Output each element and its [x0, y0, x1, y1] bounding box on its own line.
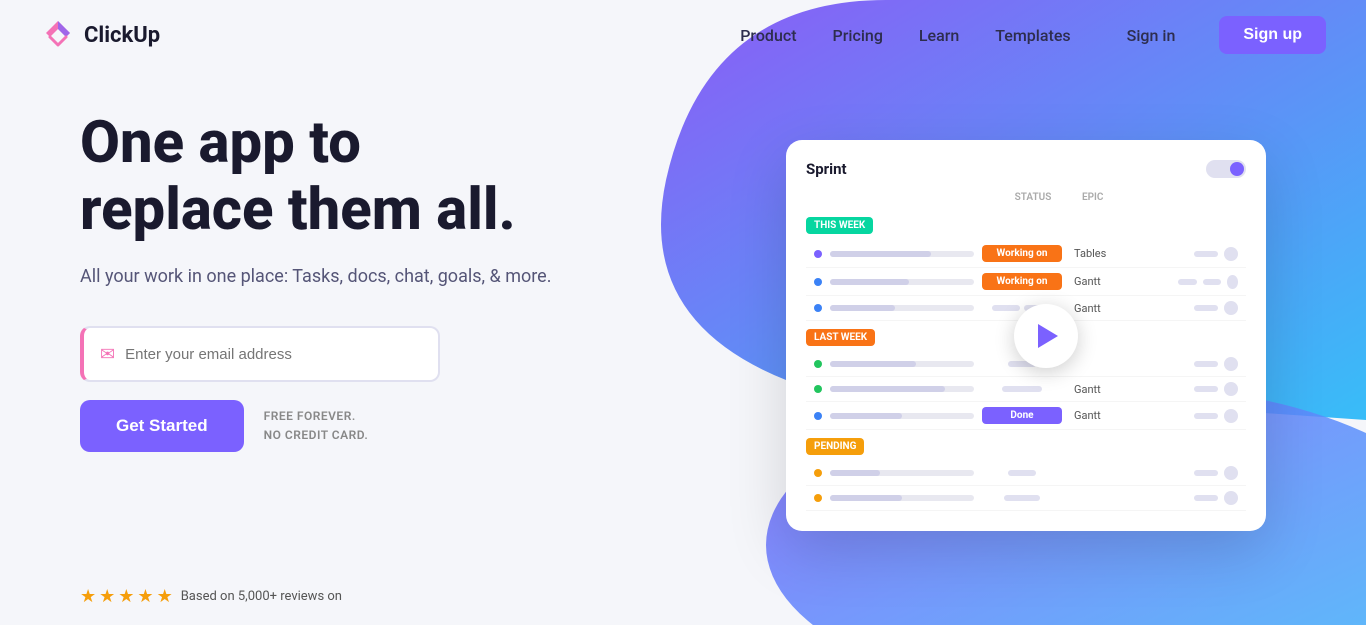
epic-label: Gantt	[1070, 409, 1170, 422]
task-bar	[830, 386, 974, 392]
status-empty	[982, 470, 1062, 476]
dashboard-wrapper: Sprint STATUS EPIC THIS WEEK Working on …	[786, 140, 1306, 531]
epic-label: Gantt	[1070, 383, 1170, 396]
status-empty	[982, 495, 1062, 501]
nav-templates[interactable]: Templates	[995, 26, 1070, 45]
status-badge: Working on	[982, 273, 1062, 290]
email-input-wrapper: ✉	[80, 326, 440, 382]
email-icon: ✉	[100, 344, 115, 365]
task-bar	[830, 470, 974, 476]
row-actions	[1178, 275, 1238, 289]
task-row[interactable]: Gantt	[806, 377, 1246, 402]
task-bar	[830, 305, 974, 311]
reviews-text: Based on 5,000+ reviews on	[181, 589, 342, 604]
star-2: ★	[99, 586, 115, 607]
logo-text: ClickUp	[84, 23, 160, 48]
row-actions	[1178, 357, 1238, 371]
task-bar	[830, 361, 974, 367]
logo[interactable]: ClickUp	[40, 17, 160, 53]
section-pending: PENDING	[806, 430, 1246, 511]
section-label-this-week: THIS WEEK	[806, 217, 873, 234]
task-bar	[830, 495, 974, 501]
nav-learn[interactable]: Learn	[919, 26, 959, 45]
hero-left: One app to replace them all. All your wo…	[80, 110, 600, 452]
hero-headline: One app to replace them all.	[80, 110, 600, 243]
row-actions	[1178, 247, 1238, 261]
epic-label: Gantt	[1070, 275, 1170, 288]
hero-subtext: All your work in one place: Tasks, docs,…	[80, 263, 600, 290]
star-rating: ★ ★ ★ ★ ★	[80, 586, 173, 607]
play-button[interactable]	[1014, 304, 1078, 368]
dashboard-title: Sprint	[806, 160, 847, 178]
star-1: ★	[80, 586, 96, 607]
nav-pricing[interactable]: Pricing	[833, 26, 883, 45]
task-bar	[830, 251, 974, 257]
star-3: ★	[118, 586, 134, 607]
row-actions	[1178, 409, 1238, 423]
stars-row: ★ ★ ★ ★ ★ Based on 5,000+ reviews on	[80, 586, 342, 607]
status-badge: Done	[982, 407, 1062, 424]
free-text: FREE FOREVER. NO CREDIT CARD.	[264, 407, 369, 445]
dashboard-header: Sprint	[806, 160, 1246, 178]
clickup-logo-icon	[40, 17, 76, 53]
col-headers: STATUS EPIC	[806, 192, 1246, 203]
task-row[interactable]: Working on Gantt	[806, 268, 1246, 296]
email-row: ✉	[80, 326, 600, 382]
sprint-toggle[interactable]	[1206, 160, 1246, 178]
task-dot	[814, 304, 822, 312]
section-this-week: THIS WEEK Working on Tables Worki	[806, 209, 1246, 321]
row-actions	[1178, 382, 1238, 396]
email-input[interactable]	[125, 346, 422, 363]
header: ClickUp Product Pricing Learn Templates …	[0, 0, 1366, 70]
play-icon	[1038, 324, 1058, 348]
epic-label: Gantt	[1070, 302, 1170, 315]
section-label-last-week: LAST WEEK	[806, 329, 875, 346]
task-dot	[814, 278, 822, 286]
section-label-pending: PENDING	[806, 438, 864, 455]
get-started-button[interactable]: Get Started	[80, 400, 244, 452]
task-dot	[814, 250, 822, 258]
col-status-header: STATUS	[988, 192, 1078, 203]
star-5: ★	[157, 586, 173, 607]
epic-label: Tables	[1070, 247, 1170, 260]
nav-product[interactable]: Product	[740, 26, 796, 45]
status-badge: Working on	[982, 245, 1062, 262]
task-dot	[814, 360, 822, 368]
status-empty	[982, 386, 1062, 392]
task-row[interactable]	[806, 461, 1246, 486]
row-actions	[1178, 301, 1238, 315]
task-dot	[814, 469, 822, 477]
task-bar	[830, 413, 974, 419]
task-dot	[814, 385, 822, 393]
col-epic-header: EPIC	[1078, 192, 1178, 203]
task-row[interactable]: Done Gantt	[806, 402, 1246, 430]
hero-right: Sprint STATUS EPIC THIS WEEK Working on …	[786, 140, 1306, 531]
task-row[interactable]: Working on Tables	[806, 240, 1246, 268]
signin-link[interactable]: Sign in	[1127, 26, 1176, 45]
row-actions	[1178, 491, 1238, 505]
row-actions	[1178, 466, 1238, 480]
cta-row: Get Started FREE FOREVER. NO CREDIT CARD…	[80, 400, 600, 452]
task-bar	[830, 279, 974, 285]
main-nav: Product Pricing Learn Templates Sign in …	[740, 16, 1326, 54]
task-dot	[814, 412, 822, 420]
task-dot	[814, 494, 822, 502]
signup-button[interactable]: Sign up	[1219, 16, 1326, 54]
task-row[interactable]	[806, 486, 1246, 511]
star-4: ★	[137, 586, 153, 607]
